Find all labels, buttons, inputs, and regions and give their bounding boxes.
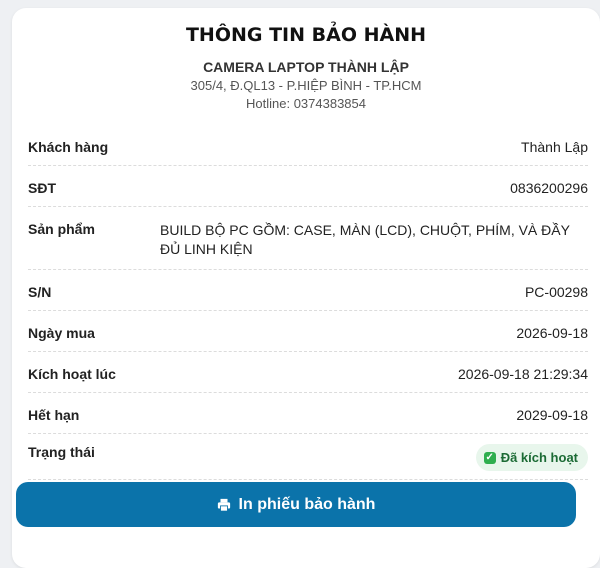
detail-row-purchase-date: Ngày mua 2026-09-18 — [28, 311, 588, 352]
print-button-label: In phiếu bảo hành — [238, 495, 376, 513]
purchase-date-label: Ngày mua — [28, 325, 95, 341]
customer-value: Thành Lập — [521, 139, 588, 155]
detail-row-status: Trạng thái ✓ Đã kích hoạt — [28, 434, 588, 480]
shop-hotline: Hotline: 0374383854 — [246, 96, 366, 111]
status-badge-text: Đã kích hoạt — [500, 450, 578, 465]
product-label: Sản phẩm — [28, 221, 95, 237]
print-warranty-button[interactable]: In phiếu bảo hành — [16, 482, 576, 527]
customer-label: Khách hàng — [28, 139, 109, 155]
phone-label: SĐT — [28, 180, 56, 196]
detail-row-serial: S/N PC-00298 — [28, 270, 588, 311]
expiry-label: Hết hạn — [28, 407, 80, 423]
check-icon: ✓ — [483, 451, 496, 464]
serial-label: S/N — [28, 284, 52, 300]
detail-row-activated: Kích hoạt lúc 2026-09-18 21:29:34 — [28, 352, 588, 393]
product-value: BUILD BỘ PC GỒM: CASE, MÀN (LCD), CHUỘT,… — [160, 222, 570, 257]
page-title: THÔNG TIN BẢO HÀNH — [185, 24, 427, 46]
detail-row-customer: Khách hàng Thành Lập — [28, 125, 588, 166]
status-badge: ✓ Đã kích hoạt — [475, 444, 588, 471]
printer-icon — [217, 498, 230, 512]
phone-value: 0836200296 — [510, 180, 588, 196]
activated-value: 2026-09-18 21:29:34 — [458, 366, 588, 382]
activated-label: Kích hoạt lúc — [28, 366, 116, 382]
shop-name: CAMERA LAPTOP THÀNH LẬP — [203, 59, 409, 75]
shop-address: 305/4, Đ.QL13 - P.HIỆP BÌNH - TP.HCM — [190, 78, 422, 93]
purchase-date-value: 2026-09-18 — [516, 325, 588, 341]
detail-row-expiry: Hết hạn 2029-09-18 — [28, 393, 588, 434]
serial-value: PC-00298 — [524, 284, 588, 300]
warranty-details: Khách hàng Thành Lập SĐT 0836200296 Sản … — [28, 125, 588, 480]
expiry-value: 2029-09-18 — [516, 407, 588, 423]
status-label: Trạng thái — [28, 444, 95, 460]
detail-row-product: Sản phẩm BUILD BỘ PC GỒM: CASE, MÀN (LCD… — [28, 207, 588, 270]
detail-row-phone: SĐT 0836200296 — [28, 166, 588, 207]
